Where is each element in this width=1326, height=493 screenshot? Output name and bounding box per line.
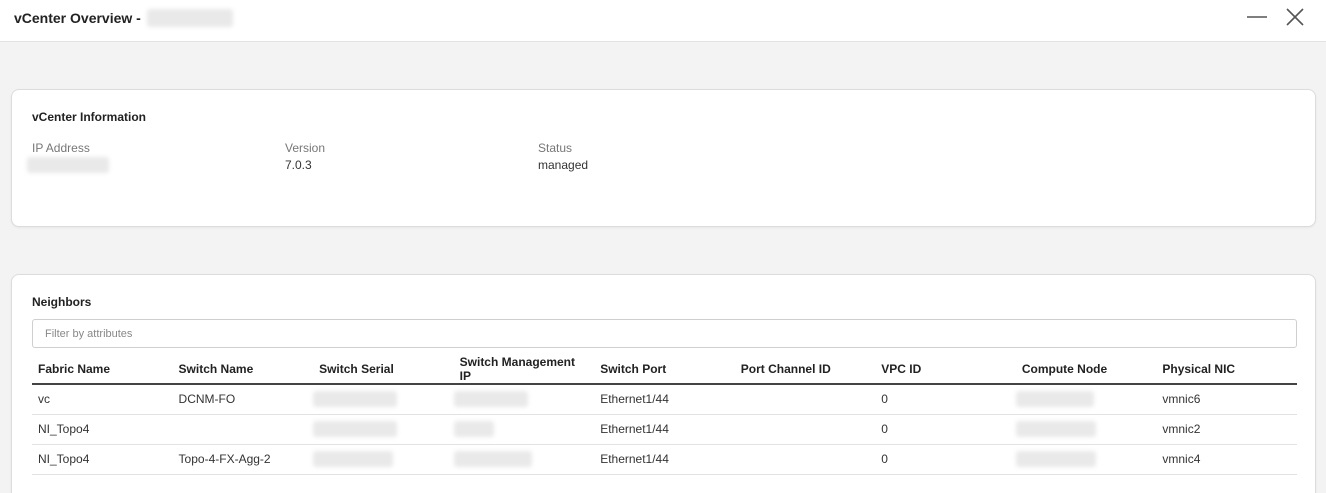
cell-switch-management-ip	[453, 414, 595, 445]
neighbors-heading: Neighbors	[32, 295, 92, 309]
cell-port-channel-id	[734, 414, 876, 445]
close-icon	[1286, 8, 1304, 26]
redacted-management-ip	[453, 451, 532, 467]
table-row[interactable]: NI_Topo4 Topo-4-FX-Agg-2 Ethernet1/44 0 …	[32, 444, 1297, 475]
filter-input[interactable]	[32, 319, 1297, 348]
column-header-switch-management-ip[interactable]: Switch Management IP	[453, 355, 595, 385]
table-row[interactable]: vc DCNM-FO Ethernet1/44 0 vmnic6	[32, 384, 1297, 415]
cell-fabric-name: NI_Topo4	[32, 414, 173, 445]
ip-address-label: IP Address	[32, 141, 90, 155]
redacted-vcenter-name	[146, 9, 233, 27]
cell-physical-nic: vmnic6	[1156, 384, 1297, 415]
cell-port-channel-id	[734, 444, 876, 475]
neighbors-card: Neighbors Fabric Name Switch Name Switch…	[11, 274, 1316, 493]
cell-vpc-id: 0	[875, 444, 1016, 475]
version-field: Version 7.0.3	[285, 141, 325, 172]
cell-vpc-id: 0	[875, 414, 1016, 445]
cell-switch-serial	[313, 384, 454, 415]
minimize-icon	[1247, 16, 1267, 18]
cell-switch-name: DCNM-FO	[172, 384, 314, 415]
status-label: Status	[538, 141, 573, 155]
cell-switch-port: Ethernet1/44	[594, 444, 735, 475]
cell-switch-port: Ethernet1/44	[594, 384, 735, 415]
minimize-button[interactable]	[1243, 6, 1271, 34]
cell-switch-management-ip	[453, 444, 595, 475]
title-bar: vCenter Overview -	[0, 0, 1326, 42]
redacted-compute-node	[1015, 451, 1096, 467]
cell-physical-nic: vmnic4	[1156, 444, 1297, 475]
cell-switch-management-ip	[453, 384, 595, 415]
window-title: vCenter Overview -	[14, 9, 233, 27]
cell-compute-node	[1015, 444, 1157, 475]
redacted-switch-serial	[313, 451, 394, 467]
redacted-compute-node	[1015, 391, 1094, 408]
cell-compute-node	[1015, 384, 1157, 415]
cell-switch-name	[172, 414, 314, 445]
version-value: 7.0.3	[285, 158, 312, 172]
cell-switch-serial	[313, 444, 454, 475]
table-row[interactable]: NI_Topo4 Ethernet1/44 0 vmnic2	[32, 414, 1297, 445]
status-value: managed	[538, 158, 589, 172]
window-title-text: vCenter Overview -	[14, 10, 141, 26]
cell-physical-nic: vmnic2	[1156, 414, 1297, 445]
column-header-physical-nic[interactable]: Physical NIC	[1156, 355, 1297, 385]
column-header-vpc-id[interactable]: VPC ID	[875, 355, 1016, 385]
column-header-fabric-name[interactable]: Fabric Name	[32, 355, 173, 385]
column-header-switch-name[interactable]: Switch Name	[172, 355, 314, 385]
cell-fabric-name: NI_Topo4	[32, 444, 173, 475]
column-header-switch-port[interactable]: Switch Port	[594, 355, 735, 385]
close-button[interactable]	[1282, 6, 1310, 34]
version-label: Version	[285, 141, 326, 155]
cell-port-channel-id	[734, 384, 876, 415]
ip-address-field: IP Address	[27, 141, 109, 178]
redacted-switch-serial	[313, 421, 398, 437]
cell-compute-node	[1015, 414, 1157, 445]
vcenter-information-card: vCenter Information IP Address Version 7…	[11, 89, 1316, 227]
redacted-switch-serial	[313, 391, 398, 408]
redacted-compute-node	[1015, 421, 1096, 437]
cell-fabric-name: vc	[32, 384, 173, 415]
neighbors-table: Fabric Name Switch Name Switch Serial Sw…	[32, 355, 1297, 475]
cell-switch-serial	[313, 414, 454, 445]
redacted-management-ip	[453, 391, 528, 408]
column-header-compute-node[interactable]: Compute Node	[1015, 355, 1157, 385]
column-header-port-channel-id[interactable]: Port Channel ID	[734, 355, 876, 385]
cell-switch-name: Topo-4-FX-Agg-2	[172, 444, 314, 475]
vcenter-information-heading: vCenter Information	[32, 110, 147, 124]
status-field: Status managed	[538, 141, 588, 172]
column-header-switch-serial[interactable]: Switch Serial	[313, 355, 454, 385]
table-header-row: Fabric Name Switch Name Switch Serial Sw…	[32, 355, 1297, 385]
cell-switch-port: Ethernet1/44	[594, 414, 735, 445]
redacted-management-ip	[453, 421, 494, 437]
cell-vpc-id: 0	[875, 384, 1016, 415]
redacted-ip-address	[27, 157, 109, 173]
